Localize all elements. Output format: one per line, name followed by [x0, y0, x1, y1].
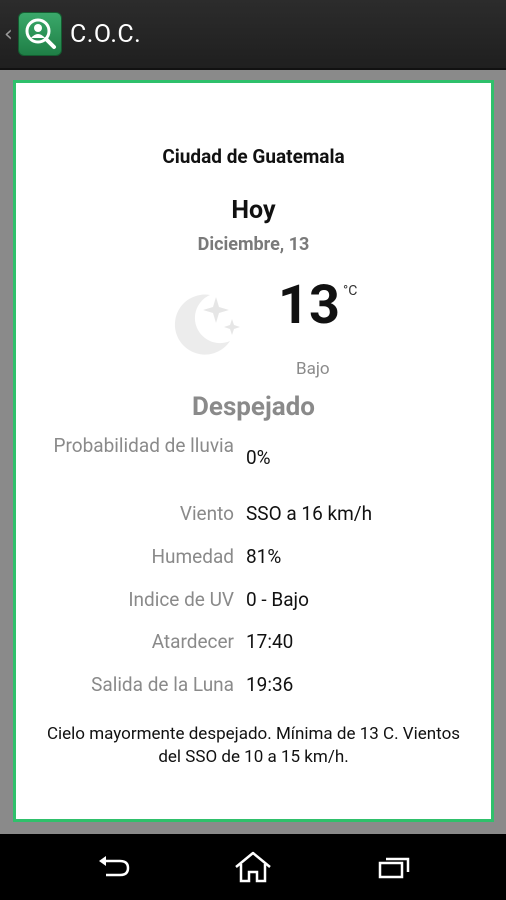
- weather-condition: Despejado: [192, 392, 315, 422]
- back-icon[interactable]: [64, 834, 164, 900]
- detail-value: 0%: [246, 446, 271, 469]
- detail-value: 19:36: [246, 673, 294, 696]
- detail-value: 0 - Bajo: [246, 588, 309, 611]
- detail-label: Humedad: [151, 545, 234, 568]
- weather-card: Ciudad de Guatemala Hoy Diciembre, 13 13…: [13, 80, 494, 822]
- chevron-left-icon[interactable]: ‹: [4, 22, 16, 47]
- detail-label: Salida de la Luna: [91, 673, 234, 696]
- app-title: C.O.C.: [70, 19, 142, 49]
- detail-label: Probabilidad de lluvia: [53, 434, 234, 457]
- moon-stars-icon: [166, 283, 246, 363]
- date-label: Diciembre, 13: [197, 234, 310, 255]
- temperature-value: 13: [278, 274, 340, 337]
- action-bar: ‹ C.O.C.: [0, 0, 506, 70]
- detail-value: SSO a 16 km/h: [246, 502, 373, 525]
- forecast-summary: Cielo mayormente despejado. Mínima de 13…: [46, 724, 461, 767]
- detail-value: 81%: [246, 545, 282, 568]
- detail-label: Atardecer: [151, 630, 234, 653]
- temperature-level: Bajo: [296, 359, 330, 379]
- detail-label: Viento: [179, 502, 234, 525]
- day-label: Hoy: [231, 196, 276, 225]
- detail-label: Indice de UV: [128, 588, 234, 611]
- home-icon[interactable]: [203, 834, 303, 900]
- temperature-unit: °C: [343, 283, 358, 299]
- search-person-icon[interactable]: [18, 12, 62, 56]
- detail-value: 17:40: [246, 630, 294, 653]
- recent-apps-icon[interactable]: [344, 834, 444, 900]
- city-name: Ciudad de Guatemala: [162, 145, 345, 168]
- navigation-bar: [0, 834, 506, 900]
